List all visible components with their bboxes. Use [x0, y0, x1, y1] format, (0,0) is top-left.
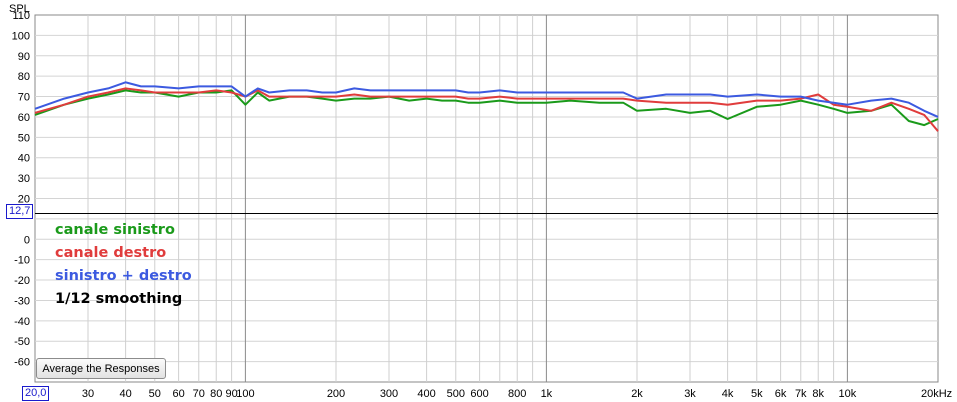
y-tick-label: 90	[18, 51, 30, 63]
y-tick-label: -40	[14, 316, 30, 328]
y-tick-label: -60	[14, 357, 30, 369]
x-tick-label: 6k	[775, 388, 787, 400]
average-responses-button[interactable]: Average the Responses	[36, 358, 166, 379]
y-tick-label: -10	[14, 255, 30, 267]
x-tick-label: 300	[380, 388, 398, 400]
y-tick-label: 50	[18, 132, 30, 144]
y-tick-labels: 11010090807060504030200-10-20-30-40-50-6…	[12, 10, 30, 369]
x-tick-label: 4k	[722, 388, 734, 400]
x-tick-label: 800	[508, 388, 526, 400]
x-tick-label: 80	[210, 388, 222, 400]
x-tick-label: 3k	[684, 388, 696, 400]
y-tick-label: 40	[18, 153, 30, 165]
reference-level-readout[interactable]: 12,7	[6, 204, 34, 219]
x-tick-label: 30	[82, 388, 94, 400]
y-tick-label: 100	[12, 30, 30, 42]
y-tick-label: -50	[14, 336, 30, 348]
x-unit-label: 20kHz	[921, 388, 952, 400]
x-tick-label: 500	[447, 388, 465, 400]
x-tick-label: 8k	[812, 388, 824, 400]
x-tick-label: 400	[417, 388, 435, 400]
x-tick-label: 40	[119, 388, 131, 400]
y-tick-label: 60	[18, 112, 30, 124]
legend-entry-right: canale destro	[55, 245, 166, 261]
x-tick-label: 60	[172, 388, 184, 400]
y-tick-label: 80	[18, 71, 30, 83]
x-tick-label: 10k	[839, 388, 857, 400]
x-tick-labels: 30 40 50 60 70 80 90100 200 300 400 500 600 800 1k 2k 3…	[82, 388, 857, 400]
x-tick-label: 50	[149, 388, 161, 400]
x-tick-label: 7k	[795, 388, 807, 400]
y-tick-label: 0	[24, 234, 30, 246]
x-tick-label: 1k	[541, 388, 553, 400]
y-axis-label: SPL	[9, 3, 30, 15]
legend-entry-left: canale sinistro	[55, 222, 175, 238]
x-tick-label: 2k	[631, 388, 643, 400]
y-tick-label: 70	[18, 92, 30, 104]
y-tick-label: 30	[18, 173, 30, 185]
x-tick-label: 100	[236, 388, 254, 400]
x-start-readout[interactable]: 20,0	[22, 386, 50, 401]
x-tick-label: 5k	[751, 388, 763, 400]
legend-entry-sum: sinistro + destro	[55, 268, 192, 284]
x-tick-label: 600	[470, 388, 488, 400]
frequency-response-chart: 11010090807060504030200-10-20-30-40-50-6…	[9, 3, 952, 400]
y-tick-label: -20	[14, 275, 30, 287]
smoothing-annotation: 1/12 smoothing	[55, 291, 182, 307]
y-tick-label: -30	[14, 295, 30, 307]
x-tick-label: 200	[327, 388, 345, 400]
x-tick-label: 70	[193, 388, 205, 400]
